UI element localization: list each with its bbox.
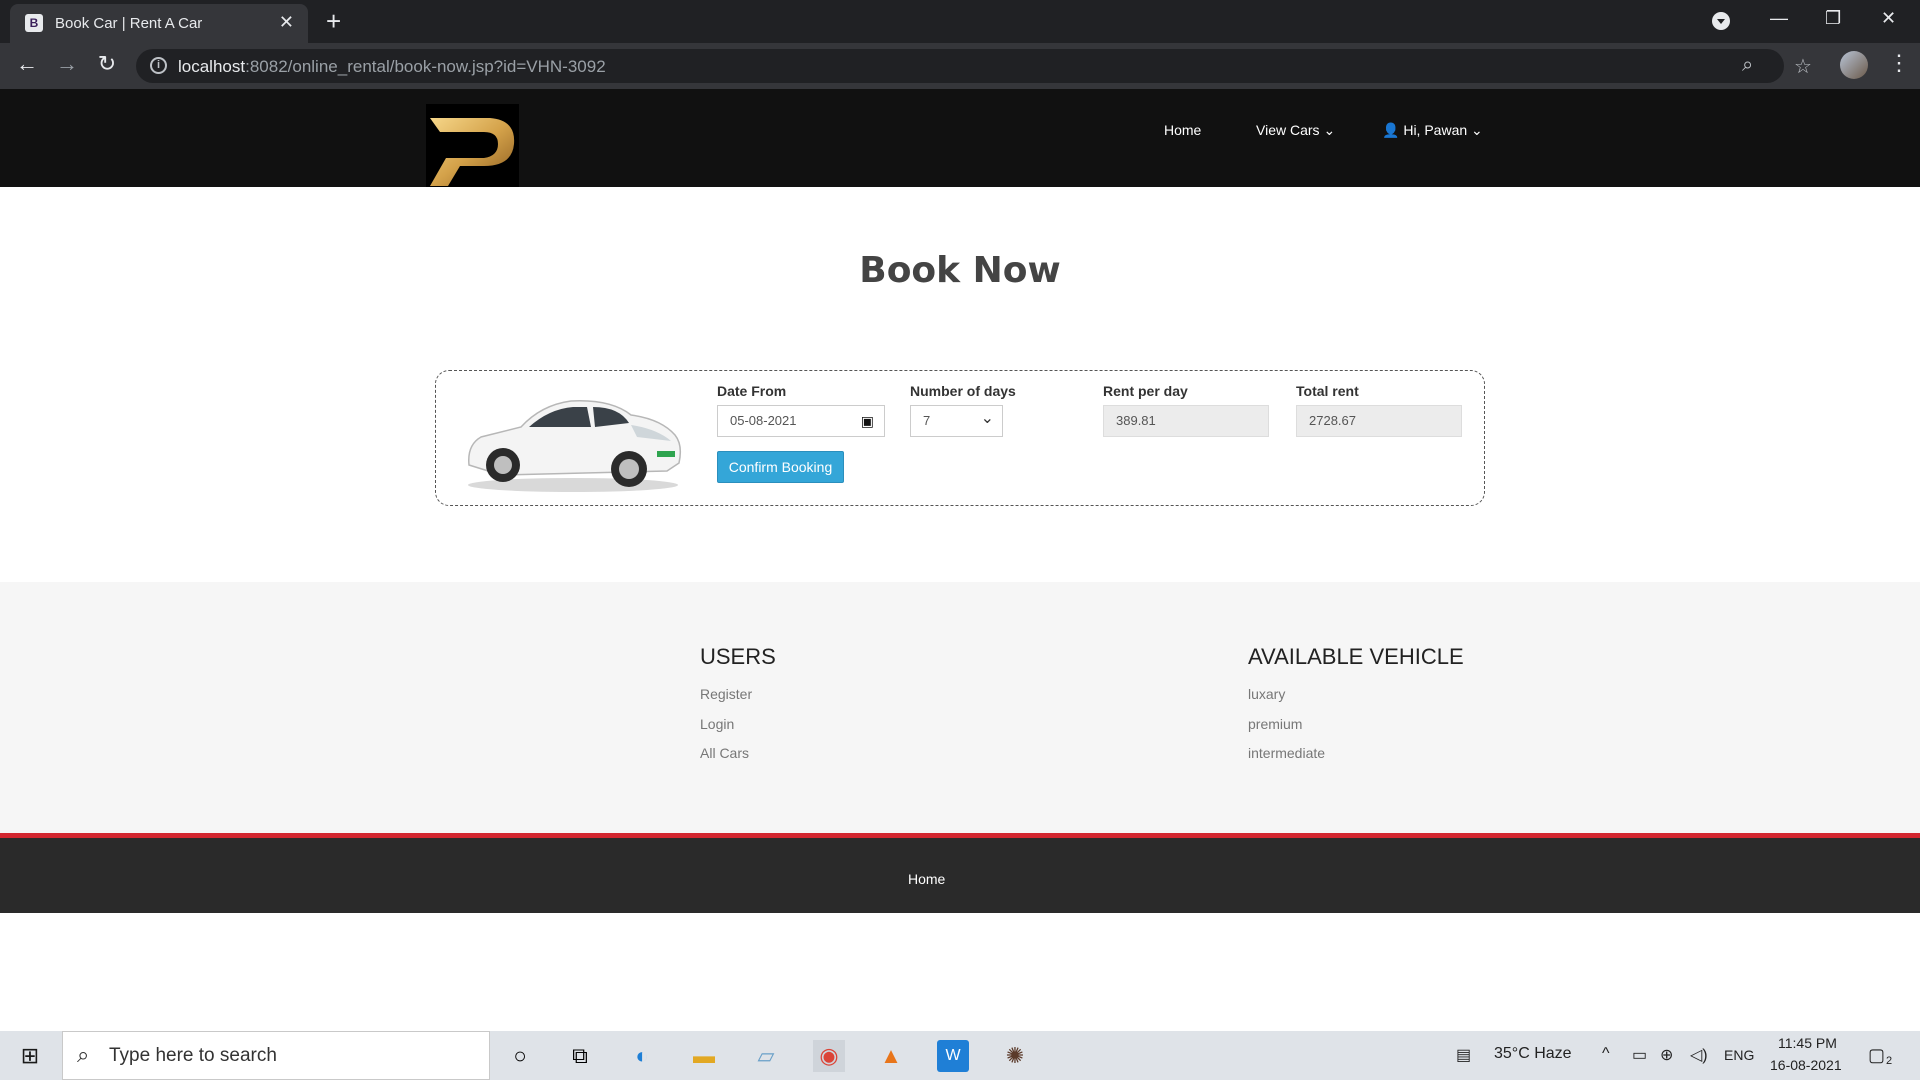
chevron-down-icon: ⌄ [1323,122,1336,138]
volume-icon[interactable]: ◁) [1690,1045,1708,1065]
confirm-booking-button[interactable]: Confirm Booking [717,451,844,483]
file-explorer-icon[interactable]: ▬ [688,1040,720,1072]
footer-link-intermediate[interactable]: intermediate [1248,745,1325,761]
minimize-icon[interactable]: — [1770,8,1788,29]
date-from-label: Date From [717,383,787,399]
site-info-icon[interactable]: i [150,57,167,74]
rent-per-day-label: Rent per day [1103,383,1188,399]
profile-avatar[interactable] [1840,51,1868,79]
footer-link-login[interactable]: Login [700,716,734,732]
back-icon[interactable]: ← [12,51,42,77]
days-label: Number of days [910,383,1016,399]
reload-icon[interactable]: ↻ [92,51,122,77]
clock-time[interactable]: 11:45 PM [1778,1035,1837,1051]
date-from-input[interactable]: 05-08-2021 ▣ [717,405,885,437]
zoom-icon[interactable]: ⌕ [1742,54,1753,77]
chevron-down-icon: ⌄ [980,410,994,427]
edge-icon[interactable]: ◐ [626,1040,658,1072]
total-rent-field: 2728.67 [1296,405,1462,437]
taskbar-search[interactable]: ⌕ Type here to search [62,1031,490,1080]
cortana-icon[interactable]: ○ [504,1040,536,1072]
footer-link-luxary[interactable]: luxary [1248,686,1285,702]
browser-tabstrip: B Book Car | Rent A Car ✕ + — ❐ ✕ [0,0,1920,43]
footer-users-heading: USERS [700,644,776,669]
chrome-icon[interactable]: ◉ [813,1040,845,1072]
favicon: B [25,14,43,32]
restore-icon[interactable]: ❐ [1825,8,1841,29]
footer-bottom-bar: Home [0,833,1920,913]
user-icon: 👤 [1382,122,1400,138]
wps-writer-icon[interactable]: W [937,1040,969,1072]
close-tab-icon[interactable]: ✕ [279,12,294,33]
vlc-icon[interactable]: ▲ [875,1040,907,1072]
chevron-down-icon: ⌄ [1471,122,1483,138]
nav-home[interactable]: Home [1164,122,1201,138]
forward-icon[interactable]: → [52,51,82,77]
tab-title: Book Car | Rent A Car [55,15,203,32]
notepad-icon[interactable]: ▱ [750,1040,782,1072]
browser-tab[interactable]: B Book Car | Rent A Car ✕ [10,4,308,43]
tray-expand-icon[interactable]: ^ [1602,1045,1610,1063]
total-rent-label: Total rent [1296,383,1359,399]
task-view-icon[interactable]: ⧉ [564,1040,596,1072]
clock-date[interactable]: 16-08-2021 [1770,1057,1842,1073]
footer-link-register[interactable]: Register [700,686,752,702]
network-icon[interactable]: ⊕ [1660,1045,1673,1065]
windows-start-icon[interactable]: ⊞ [14,1040,46,1072]
bookmark-star-icon[interactable]: ☆ [1794,54,1812,79]
weather-text[interactable]: 35°C Haze [1494,1045,1572,1063]
footer-link-all-cars[interactable]: All Cars [700,745,749,761]
notification-count: 2 [1886,1055,1893,1067]
footer: USERS Register Login All Cars AVAILABLE … [0,582,1920,834]
language-indicator[interactable]: ENG [1724,1047,1754,1063]
site-logo[interactable] [426,104,519,187]
calendar-icon[interactable]: ▣ [861,406,874,436]
url-text: localhost:8082/online_rental/book-now.js… [178,57,606,76]
footer-vehicle-heading: AVAILABLE VEHICLE [1248,644,1464,669]
car-image [468,400,682,492]
weather-icon[interactable]: ▤ [1456,1045,1471,1065]
nav-user-menu[interactable]: 👤 Hi, Pawan ⌄ [1382,122,1483,139]
battery-icon[interactable]: ▭ [1632,1045,1647,1065]
address-bar[interactable]: i localhost:8082/online_rental/book-now.… [136,49,1812,83]
search-icon: ⌕ [77,1042,90,1067]
new-tab-icon[interactable]: + [326,6,341,37]
rent-per-day-field: 389.81 [1103,405,1269,437]
browser-toolbar: ← → ↻ i localhost:8082/online_rental/boo… [0,43,1920,89]
days-select[interactable]: 7 ⌄ [910,405,1003,437]
app-icon[interactable]: ✺ [999,1040,1031,1072]
site-header: Home View Cars ⌄ 👤 Hi, Pawan ⌄ [0,89,1920,187]
nav-view-cars[interactable]: View Cars ⌄ [1256,122,1335,139]
footer-home-link[interactable]: Home [908,871,945,887]
page-title: Book Now [859,250,1061,291]
tab-search-icon[interactable] [1712,12,1730,30]
close-window-icon[interactable]: ✕ [1881,8,1896,29]
windows-taskbar: ⊞ ⌕ Type here to search ○ ⧉ ◐ ▬ ▱ ◉ ▲ W … [0,1031,1920,1080]
menu-kebab-icon[interactable]: ⋮ [1888,50,1910,76]
booking-card: Date From 05-08-2021 ▣ Number of days 7 … [435,370,1485,506]
notifications-icon[interactable]: ▢ [1868,1045,1885,1066]
footer-link-premium[interactable]: premium [1248,716,1302,732]
